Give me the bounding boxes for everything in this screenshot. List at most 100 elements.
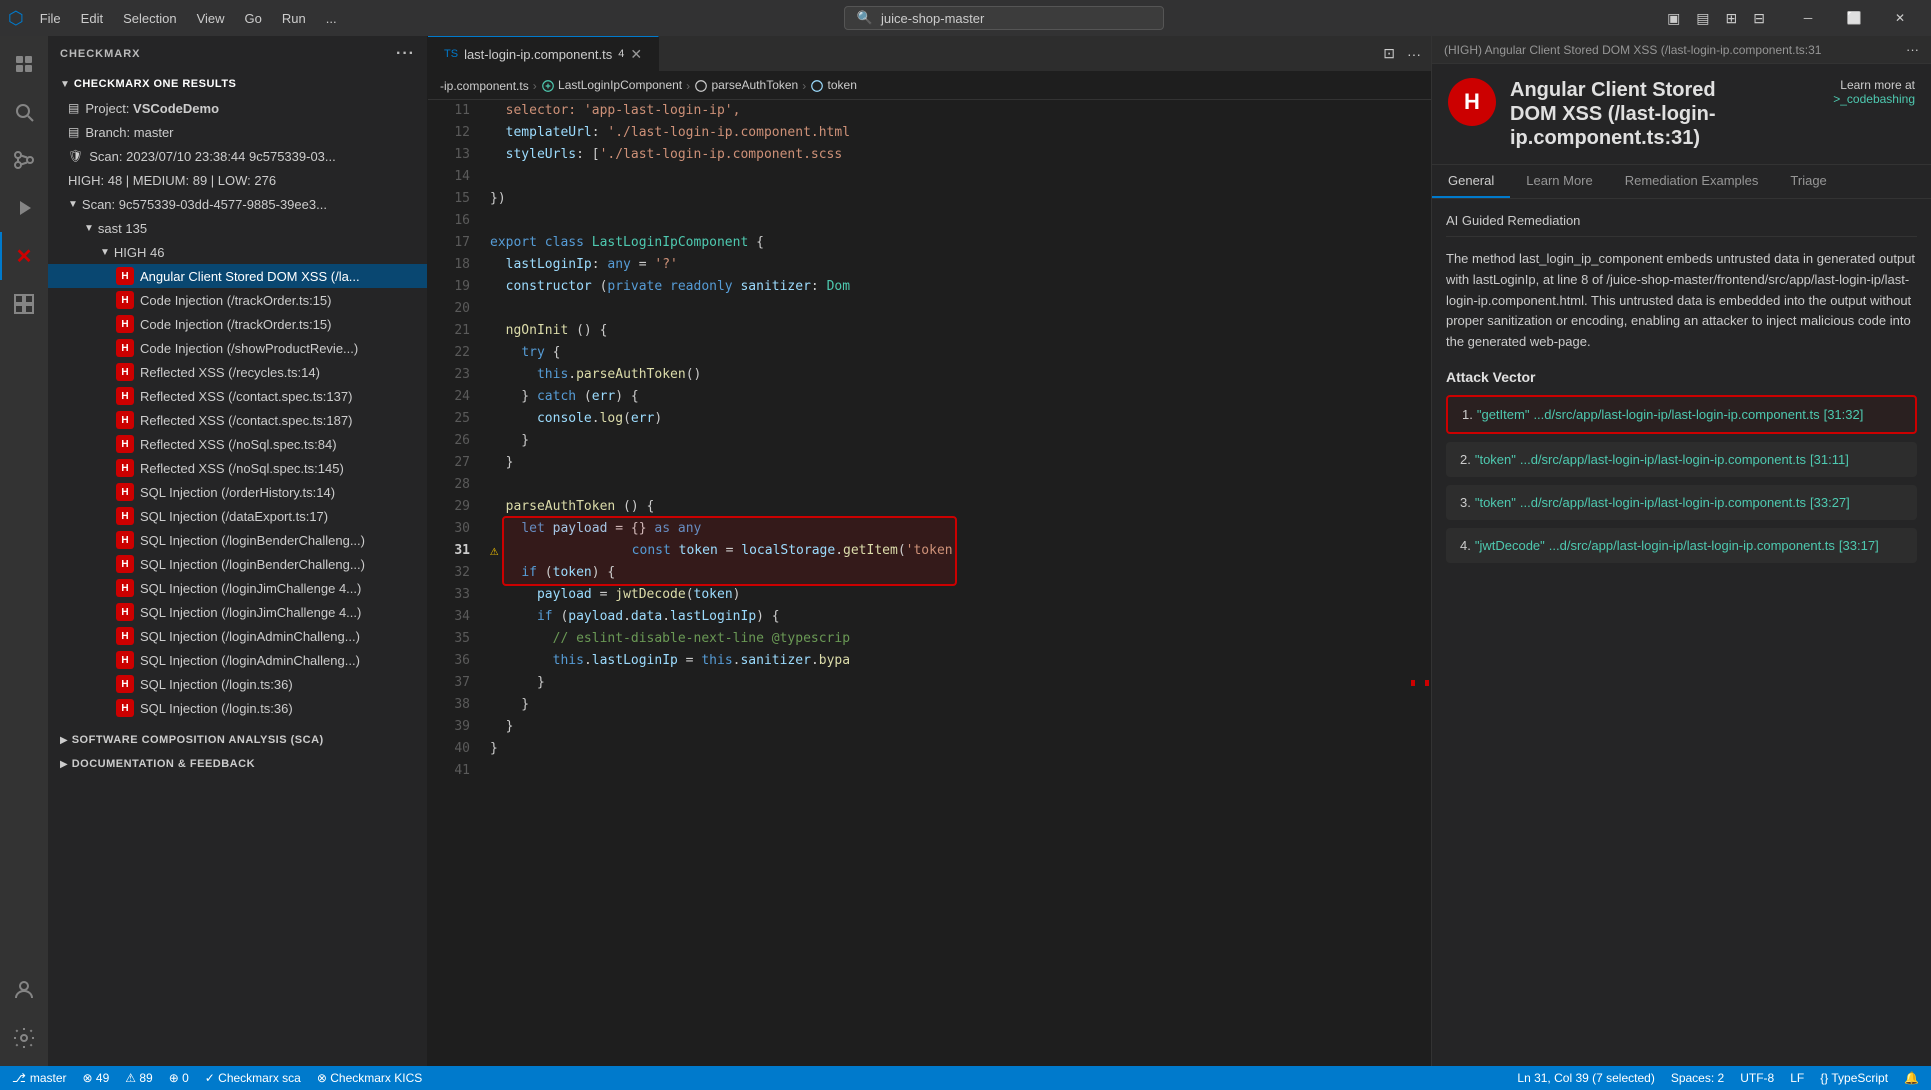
high-group[interactable]: ▼ HIGH 46 [48, 240, 427, 264]
vuln-item-7[interactable]: H Reflected XSS (/contact.spec.ts:187) [48, 408, 427, 432]
attack-vector-path-2: ...d/src/app/last-login-ip/last-login-ip… [1520, 452, 1806, 467]
severity-high-icon: H [116, 531, 134, 549]
scrollbar[interactable] [1417, 100, 1431, 1066]
sidebar-more-icon[interactable]: ··· [396, 45, 415, 63]
vuln-item-11[interactable]: H SQL Injection (/dataExport.ts:17) [48, 504, 427, 528]
vuln-item-3[interactable]: H Code Injection (/trackOrder.ts:15) [48, 312, 427, 336]
vuln-item-6[interactable]: H Reflected XSS (/contact.spec.ts:137) [48, 384, 427, 408]
activity-account[interactable] [0, 966, 48, 1014]
global-search-box[interactable]: 🔍 juice-shop-master [844, 6, 1164, 30]
tab-remediation[interactable]: Remediation Examples [1609, 165, 1775, 198]
sidebar-layout-icon[interactable]: ▤ [1692, 8, 1713, 29]
detail-body: AI Guided Remediation The method last_lo… [1432, 199, 1931, 1066]
menu-go[interactable]: Go [237, 9, 270, 28]
status-notifications[interactable]: 🔔 [1904, 1071, 1919, 1085]
vuln-item-2[interactable]: H Code Injection (/trackOrder.ts:15) [48, 288, 427, 312]
menu-file[interactable]: File [32, 9, 69, 28]
vuln-item-14[interactable]: H SQL Injection (/loginJimChallenge 4...… [48, 576, 427, 600]
split-layout-icon[interactable]: ⊞ [1722, 8, 1742, 29]
activity-explorer[interactable] [0, 40, 48, 88]
sca-header[interactable]: ▶ SOFTWARE COMPOSITION ANALYSIS (SCA) [48, 728, 427, 752]
severity-high-icon: H [116, 459, 134, 477]
code-line-33: payload = jwtDecode(token) [490, 584, 1403, 606]
menu-selection[interactable]: Selection [115, 9, 184, 28]
docs-header[interactable]: ▶ DOCUMENTATION & FEEDBACK [48, 752, 427, 776]
breadcrumb-method[interactable]: parseAuthToken [694, 78, 798, 93]
editor-more-icon[interactable]: ··· [1405, 44, 1423, 64]
severity-high-icon: H [116, 411, 134, 429]
editor-tab-active[interactable]: TS last-login-ip.component.ts 4 ✕ [428, 36, 659, 72]
vuln-item-19[interactable]: H SQL Injection (/login.ts:36) [48, 696, 427, 720]
vuln-description: The method last_login_ip_component embed… [1446, 249, 1917, 353]
results-header[interactable]: ▼ CHECKMARX ONE RESULTS [48, 72, 427, 96]
sidebar-content: ▼ CHECKMARX ONE RESULTS ▤ Project: VSCod… [48, 72, 427, 1066]
vuln-item-12[interactable]: H SQL Injection (/loginBenderChalleng...… [48, 528, 427, 552]
activity-settings[interactable] [0, 1014, 48, 1062]
menu-run[interactable]: Run [274, 9, 314, 28]
vuln-item-1[interactable]: H Angular Client Stored DOM XSS (/la... [48, 264, 427, 288]
sidebar: CHECKMARX ··· ▼ CHECKMARX ONE RESULTS ▤ … [48, 36, 428, 1066]
vuln-item-16[interactable]: H SQL Injection (/loginAdminChalleng...) [48, 624, 427, 648]
vuln-item-8[interactable]: H Reflected XSS (/noSql.spec.ts:84) [48, 432, 427, 456]
status-info[interactable]: ⊕ 0 [169, 1071, 189, 1085]
grid-layout-icon[interactable]: ⊟ [1749, 8, 1769, 29]
vuln-item-4[interactable]: H Code Injection (/showProductRevie...) [48, 336, 427, 360]
status-errors[interactable]: ⊗ 49 [83, 1071, 110, 1085]
status-branch[interactable]: ⎇ master [12, 1071, 67, 1085]
status-cursor-position[interactable]: Ln 31, Col 39 (7 selected) [1517, 1071, 1654, 1085]
status-checkmarx-sca[interactable]: ✓ Checkmarx sca [205, 1071, 301, 1085]
close-button[interactable]: ✕ [1877, 0, 1923, 36]
attack-vector-item-2[interactable]: 2. "token" ...d/src/app/last-login-ip/la… [1446, 442, 1917, 477]
codebashing-link[interactable]: >_codebashing [1833, 92, 1915, 106]
titlebar-actions: ▣ ▤ ⊞ ⊟ [1663, 8, 1769, 29]
sidebar-title: CHECKMARX [60, 48, 141, 60]
vuln-item-17[interactable]: H SQL Injection (/loginAdminChalleng...) [48, 648, 427, 672]
search-icon: 🔍 [857, 10, 873, 26]
chevron-down-icon: ▼ [100, 247, 110, 258]
vuln-item-13[interactable]: H SQL Injection (/loginBenderChalleng...… [48, 552, 427, 576]
tab-close-icon[interactable]: ✕ [630, 46, 642, 63]
split-editor-icon[interactable]: ⊡ [1381, 43, 1397, 64]
ai-guided-row[interactable]: AI Guided Remediation [1446, 213, 1917, 237]
tab-triage[interactable]: Triage [1774, 165, 1842, 198]
status-encoding[interactable]: UTF-8 [1740, 1071, 1774, 1085]
status-warnings[interactable]: ⚠ 89 [125, 1071, 152, 1085]
attack-vector-item-1[interactable]: 1. "getItem" ...d/src/app/last-login-ip/… [1446, 395, 1917, 434]
maximize-button[interactable]: ⬜ [1831, 0, 1877, 36]
menu-more[interactable]: ... [318, 9, 345, 28]
activity-search[interactable] [0, 88, 48, 136]
panel-layout-icon[interactable]: ▣ [1663, 8, 1684, 29]
sast-row[interactable]: ▼ sast 135 [48, 216, 427, 240]
vuln-item-5[interactable]: H Reflected XSS (/recycles.ts:14) [48, 360, 427, 384]
minimize-button[interactable]: ─ [1785, 0, 1831, 36]
breadcrumb-file[interactable]: -ip.component.ts [440, 79, 529, 93]
breadcrumb-token[interactable]: token [810, 78, 857, 93]
menu-view[interactable]: View [189, 9, 233, 28]
activity-source-control[interactable] [0, 136, 48, 184]
detail-panel-more-icon[interactable]: ··· [1906, 42, 1919, 57]
vuln-item-10[interactable]: H SQL Injection (/orderHistory.ts:14) [48, 480, 427, 504]
severity-high-icon: H [116, 267, 134, 285]
activity-run-debug[interactable] [0, 184, 48, 232]
status-checkmarx-kics[interactable]: ⊗ Checkmarx KICS [317, 1071, 422, 1085]
breadcrumb-class[interactable]: LastLoginIpComponent [541, 78, 682, 93]
code-editor[interactable]: selector: 'app-last-login-ip', templateU… [478, 100, 1403, 1066]
attack-vector-item-3[interactable]: 3. "token" ...d/src/app/last-login-ip/la… [1446, 485, 1917, 520]
vuln-item-18[interactable]: H SQL Injection (/login.ts:36) [48, 672, 427, 696]
tab-general[interactable]: General [1432, 165, 1510, 198]
breadcrumb-sep3: › [802, 79, 806, 93]
vuln-item-9[interactable]: H Reflected XSS (/noSql.spec.ts:145) [48, 456, 427, 480]
scan-id-row[interactable]: ▼ Scan: 9c575339-03dd-4577-9885-39ee3... [48, 192, 427, 216]
menu-edit[interactable]: Edit [73, 9, 111, 28]
vuln-item-15[interactable]: H SQL Injection (/loginJimChallenge 4...… [48, 600, 427, 624]
status-language[interactable]: {} TypeScript [1820, 1071, 1888, 1085]
severity-high-icon: H [116, 339, 134, 357]
status-spaces[interactable]: Spaces: 2 [1671, 1071, 1724, 1085]
minimap [1403, 100, 1417, 1066]
attack-vector-item-4[interactable]: 4. "jwtDecode" ...d/src/app/last-login-i… [1446, 528, 1917, 563]
tab-learn-more[interactable]: Learn More [1510, 165, 1608, 198]
activity-extensions[interactable] [0, 280, 48, 328]
activity-checkmarx[interactable]: ✕ [0, 232, 48, 280]
code-line-35: // eslint-disable-next-line @typescrip [490, 628, 1403, 650]
status-line-ending[interactable]: LF [1790, 1071, 1804, 1085]
